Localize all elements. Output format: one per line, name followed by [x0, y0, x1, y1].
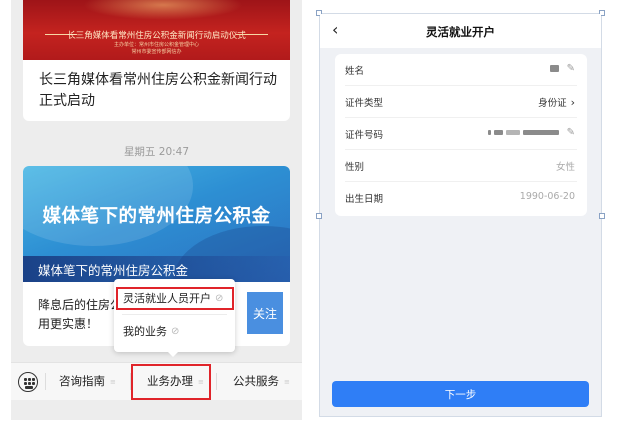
article-1-banner-title: 长三角媒体看常州住房公积金新闻行动启动仪式 [67, 31, 246, 41]
page-title: 灵活就业开户 [426, 25, 495, 39]
menu-item-label: 公共服务 [233, 374, 279, 388]
masked-value [505, 130, 520, 135]
article-1-banner: 长三角媒体看常州住房公积金新闻行动启动仪式 主办单位：常州市住房公积金管理中心 … [23, 0, 290, 60]
field-label: 证件号码 [345, 130, 384, 141]
submenu-item-label: 我的业务 [123, 325, 167, 338]
field-value-masked: ✎ [487, 127, 575, 138]
form-card: 姓名 ✎ 证件类型 身份证 › 证件号码 ✎ 性别 女性 出生日期 1990-0… [335, 54, 587, 216]
masked-value [522, 130, 559, 135]
pencil-icon[interactable]: ✎ [567, 127, 575, 138]
menu-item-consult-guide[interactable]: 咨询指南 ≡ [59, 373, 116, 389]
field-value-masked: ✎ [549, 63, 575, 74]
masked-value [487, 130, 491, 135]
article-2-banner-caption: 媒体笔下的常州住房公积金 [38, 263, 189, 278]
chat-screen: 长三角媒体看常州住房公积金新闻行动启动仪式 主办单位：常州市住房公积金管理中心 … [11, 0, 302, 420]
submenu-glyph-icon: ≡ [110, 377, 116, 386]
highlight-box-submenu [116, 287, 234, 310]
menu-separator [45, 373, 46, 390]
field-label: 出生日期 [345, 194, 384, 205]
screenshot-root: 长三角媒体看常州住房公积金新闻行动启动仪式 主办单位：常州市住房公积金管理中心 … [0, 0, 619, 439]
resize-handle [316, 213, 322, 219]
article-card-1[interactable]: 长三角媒体看常州住房公积金新闻行动启动仪式 主办单位：常州市住房公积金管理中心 … [23, 0, 290, 121]
field-label: 证件类型 [345, 98, 384, 109]
menu-item-label: 咨询指南 [59, 374, 105, 388]
article-1-banner-org: 主办单位：常州市住房公积金管理中心 [113, 42, 199, 48]
id-type-value: 身份证 [538, 98, 567, 109]
resize-handle [599, 213, 605, 219]
submenu-divider [122, 314, 227, 315]
highlight-box-menu [131, 364, 211, 400]
message-timestamp: 星期五 20:47 [123, 146, 190, 158]
field-row-gender: 性别 女性 [335, 150, 587, 182]
field-label: 性别 [345, 162, 365, 173]
field-row-id-number[interactable]: 证件号码 ✎ [335, 118, 587, 150]
form-header: ‹ 灵活就业开户 [320, 14, 601, 48]
menu-item-public-service[interactable]: 公共服务 ≡ [233, 373, 290, 389]
follow-button[interactable]: 关注 [247, 292, 283, 334]
banner-line-right [236, 34, 268, 35]
field-value: 1990-06-20 [519, 191, 575, 202]
field-row-birthdate: 出生日期 1990-06-20 [335, 182, 587, 214]
field-value: 女性 [555, 162, 575, 173]
article-2-banner: 媒体笔下的常州住房公积金 媒体笔下的常州住房公积金 [23, 166, 290, 282]
submenu-caret [167, 351, 179, 357]
chevron-right-icon: › [570, 96, 575, 109]
masked-value [549, 65, 559, 72]
link-icon: ⊘ [171, 325, 180, 337]
field-row-name[interactable]: 姓名 ✎ [335, 54, 587, 86]
article-1-title: 长三角媒体看常州住房公积金新闻行动正式启动 [39, 72, 277, 109]
field-label: 姓名 [345, 66, 365, 77]
field-row-id-type[interactable]: 证件类型 身份证 › [335, 86, 587, 118]
article-1-banner-org: 常州市委宣传部网信办 [131, 49, 182, 55]
keyboard-icon[interactable] [18, 372, 38, 392]
account-form-screen: ‹ 灵活就业开户 姓名 ✎ 证件类型 身份证 › 证件号码 ✎ 性别 女性 出生… [316, 10, 605, 417]
next-step-button[interactable]: 下一步 [332, 381, 589, 407]
menu-separator [216, 373, 217, 390]
pencil-icon[interactable]: ✎ [567, 63, 575, 74]
submenu-glyph-icon: ≡ [284, 377, 290, 386]
submenu-item-my-business[interactable]: 我的业务 ⊘ [114, 316, 235, 346]
banner-glow [83, 0, 243, 20]
article-2-banner-title: 媒体笔下的常州住房公积金 [42, 206, 271, 227]
field-value: 身份证 › [538, 95, 575, 109]
masked-value [493, 130, 503, 135]
